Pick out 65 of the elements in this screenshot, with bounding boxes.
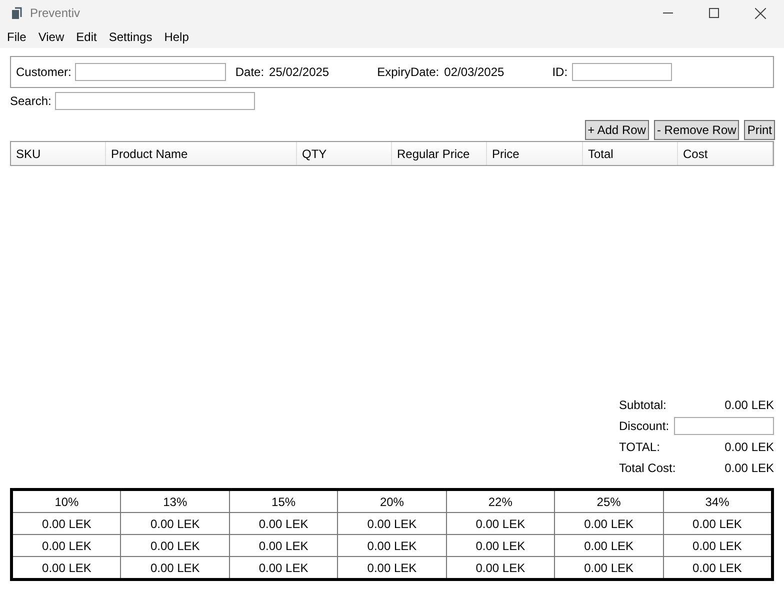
column-header: 15% xyxy=(228,491,338,512)
customer-label: Customer: xyxy=(16,64,72,81)
menu-item[interactable]: Help xyxy=(158,28,195,46)
search-field[interactable] xyxy=(55,92,256,110)
column-header: 25% xyxy=(554,491,663,512)
summary-label: Total Cost: xyxy=(619,460,676,477)
expiry-date-label: ExpiryDate: xyxy=(377,64,440,81)
id-label: ID: xyxy=(552,64,568,81)
table-cell: 0.00 LEK xyxy=(228,557,338,578)
table-cell: 0.00 LEK xyxy=(446,513,554,534)
table-cell: 0.00 LEK xyxy=(120,513,229,534)
column-header: 34% xyxy=(662,491,771,512)
column-header[interactable]: Price xyxy=(487,142,583,165)
table-cell-text: 0.00 LEK xyxy=(41,538,92,554)
id-field[interactable] xyxy=(572,63,672,81)
menu-item[interactable]: Settings xyxy=(102,28,158,46)
column-header: 20% xyxy=(337,491,446,512)
summary-label: TOTAL: xyxy=(619,439,660,456)
table-cell: 0.00 LEK xyxy=(662,557,771,578)
toolbar-button[interactable]: Print xyxy=(744,120,775,140)
table-cell: 0.00 LEK xyxy=(120,535,229,556)
table-cell: 0.00 LEK xyxy=(554,535,663,556)
summary-value: 0.00 LEK xyxy=(724,460,774,477)
table-cell: 0.00 LEK xyxy=(337,535,446,556)
date-value: 25/02/2025 xyxy=(269,64,330,81)
summary-label: Discount: xyxy=(619,418,670,435)
column-header[interactable]: Total xyxy=(583,142,678,165)
table-cell: 0.00 LEK xyxy=(662,535,771,556)
table-cell: 0.00 LEK xyxy=(120,557,229,578)
menu-item[interactable]: File xyxy=(1,28,32,46)
app-icon xyxy=(11,6,23,20)
column-header[interactable]: SKU xyxy=(11,142,106,165)
column-header[interactable]: QTY xyxy=(297,142,392,165)
table-cell-text: 0.00 LEK xyxy=(41,516,92,532)
maximize-icon[interactable] xyxy=(709,8,719,18)
table-cell: 0.00 LEK xyxy=(228,535,338,556)
discount-field[interactable] xyxy=(674,417,774,435)
table-cell: 0.00 LEK xyxy=(446,535,554,556)
column-header: 10% xyxy=(54,494,80,510)
summary-label: Subtotal: xyxy=(619,397,666,414)
close-icon[interactable] xyxy=(755,8,766,18)
date-label: Date: xyxy=(235,64,264,81)
menu-item[interactable]: View xyxy=(32,28,70,46)
table-cell: 0.00 LEK xyxy=(228,513,338,534)
table-cell: 0.00 LEK xyxy=(446,557,554,578)
summary-value: 0.00 LEK xyxy=(724,439,774,456)
window-title: Preventiv xyxy=(30,5,80,22)
table-cell: 0.00 LEK xyxy=(662,513,771,534)
customer-field[interactable] xyxy=(75,63,226,81)
table-cell: 0.00 LEK xyxy=(554,557,663,578)
column-header[interactable]: Regular Price xyxy=(392,142,487,165)
column-header[interactable]: Product Name xyxy=(106,142,297,165)
table-cell: 0.00 LEK xyxy=(337,557,446,578)
column-header: 13% xyxy=(120,491,229,512)
summary-value: 0.00 LEK xyxy=(724,397,774,414)
table-cell: 0.00 LEK xyxy=(337,513,446,534)
toolbar-button[interactable]: - Remove Row xyxy=(654,120,740,140)
expiry-date-value: 02/03/2025 xyxy=(444,64,504,81)
toolbar-button[interactable]: + Add Row xyxy=(584,120,649,140)
search-label: Search: xyxy=(10,93,52,110)
table-cell-text: 0.00 LEK xyxy=(41,560,92,576)
menu-item[interactable]: Edit xyxy=(70,28,103,46)
column-header[interactable]: Cost xyxy=(678,142,773,165)
table-cell: 0.00 LEK xyxy=(554,513,663,534)
column-header: 22% xyxy=(446,491,554,512)
